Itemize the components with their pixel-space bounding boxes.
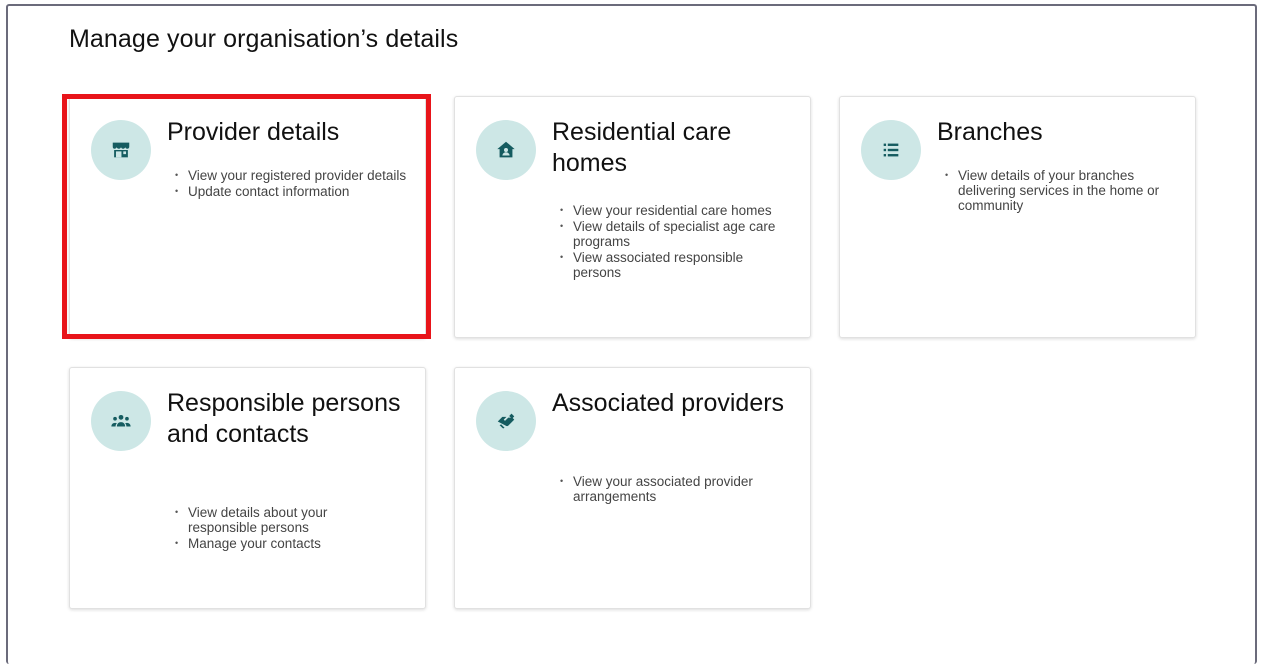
home-icon: [476, 120, 536, 180]
list-item: View your registered provider details: [174, 168, 414, 183]
card-bullet-list: View details about your responsible pers…: [174, 505, 384, 552]
card-title: Residential care homes: [552, 118, 732, 177]
list-item: Update contact information: [174, 184, 414, 199]
card-title: Branches: [937, 118, 1043, 146]
list-item: Manage your contacts: [174, 536, 384, 551]
list-item: View your residential care homes: [559, 203, 779, 218]
card-bullet-list: View your registered provider details Up…: [174, 168, 414, 200]
associated-providers-card[interactable]: Associated providers View your associate…: [454, 367, 811, 609]
list-item: View your associated provider arrangemen…: [559, 474, 789, 504]
branches-card[interactable]: Branches View details of your branches d…: [839, 96, 1196, 338]
list-item: View details of specialist age care prog…: [559, 219, 779, 249]
page-title: Manage your organisation’s details: [69, 25, 459, 53]
residential-care-homes-card[interactable]: Residential care homes View your residen…: [454, 96, 811, 338]
storefront-icon: [91, 120, 151, 180]
list-item: View details about your responsible pers…: [174, 505, 384, 535]
card-bullet-list: View your residential care homes View de…: [559, 203, 779, 281]
card-title: Responsible persons and contacts: [167, 389, 401, 448]
list-item: View associated responsible persons: [559, 250, 779, 280]
list-icon: [861, 120, 921, 180]
card-title: Provider details: [167, 118, 340, 146]
handshake-icon: [476, 391, 536, 451]
card-bullet-list: View details of your branches delivering…: [944, 168, 1174, 214]
responsible-persons-card[interactable]: Responsible persons and contacts View de…: [69, 367, 426, 609]
group-icon: [91, 391, 151, 451]
list-item: View details of your branches delivering…: [944, 168, 1174, 213]
card-title: Associated providers: [552, 389, 785, 417]
card-bullet-list: View your associated provider arrangemen…: [559, 474, 789, 505]
provider-details-card[interactable]: Provider details View your registered pr…: [69, 96, 426, 338]
